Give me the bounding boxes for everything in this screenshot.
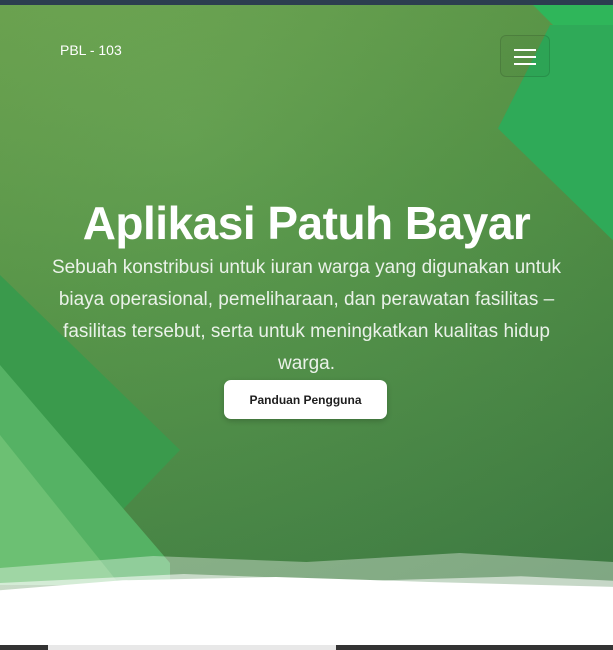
hamburger-menu-icon [514, 49, 536, 51]
hero-section: PBL - 103 Aplikasi Patuh Bayar Sebuah ko… [0, 5, 613, 605]
next-section-edge [0, 645, 613, 650]
hamburger-menu-icon [514, 56, 536, 58]
hamburger-menu-icon [514, 63, 536, 65]
user-guide-button[interactable]: Panduan Pengguna [224, 380, 387, 419]
brand-link[interactable]: PBL - 103 [60, 42, 122, 58]
page-title: Aplikasi Patuh Bayar [82, 196, 531, 249]
menu-toggle-button[interactable] [500, 35, 550, 77]
card-edge [48, 645, 336, 650]
hero-description: Sebuah konstribusi untuk iuran warga yan… [51, 257, 562, 374]
